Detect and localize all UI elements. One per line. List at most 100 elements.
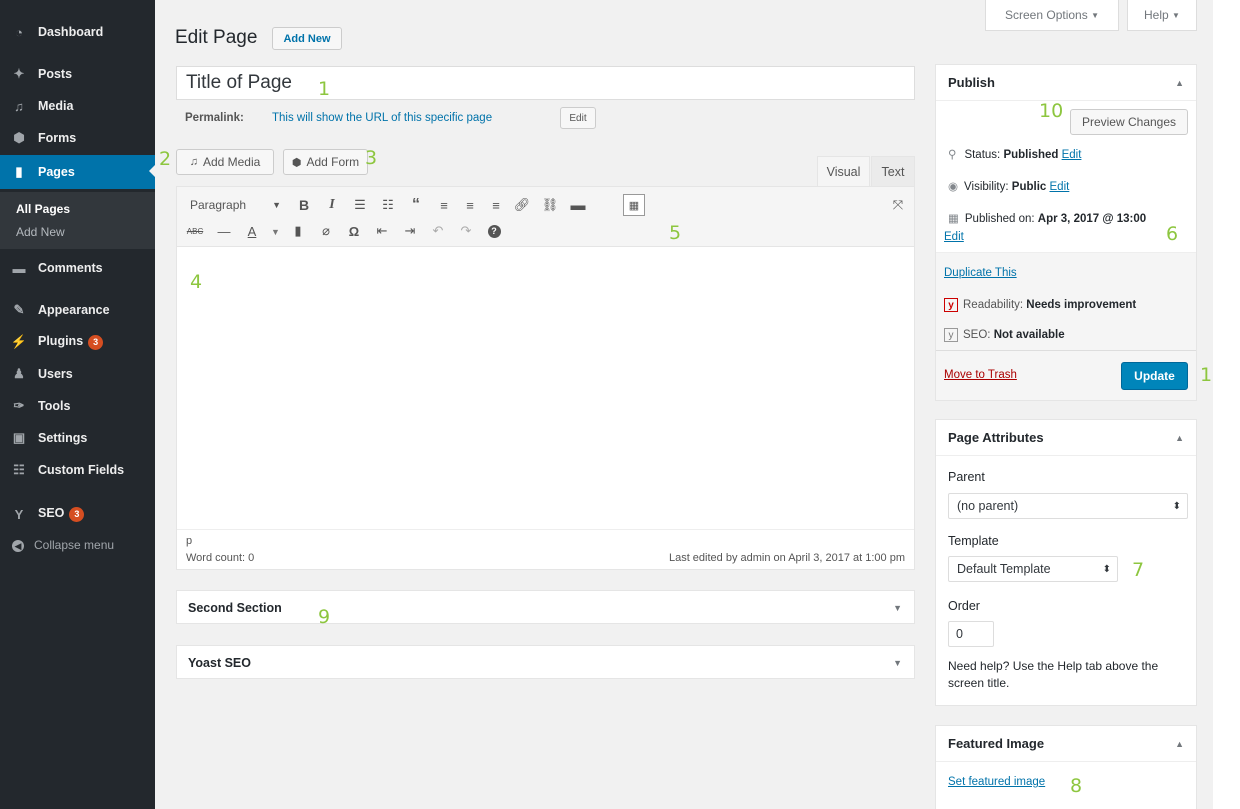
italic-icon[interactable]: I xyxy=(323,195,341,215)
collapse-menu-button[interactable]: ◀ Collapse menu xyxy=(12,538,114,552)
yoast-seo-box[interactable]: Yoast SEO ▼ xyxy=(176,645,915,679)
menu-item-users[interactable]: ♟ Users xyxy=(0,358,155,390)
add-media-button[interactable]: ♫ Add Media xyxy=(176,149,274,175)
menu-item-tools[interactable]: ✑ Tools xyxy=(0,390,155,422)
visibility-row: ◉ Visibility: Public Edit xyxy=(948,181,1070,193)
comments-icon: ▬ xyxy=(12,260,26,276)
help-icon[interactable]: ? xyxy=(485,221,503,241)
caret-down-icon[interactable]: ▼ xyxy=(893,658,902,668)
permalink-edit-button[interactable]: Edit xyxy=(560,107,596,129)
annotation-2: 2 xyxy=(159,148,172,170)
menu-item-pages[interactable]: ▮ Pages xyxy=(0,155,155,189)
move-to-trash-link[interactable]: Move to Trash xyxy=(944,369,1017,381)
paste-text-icon[interactable]: ▮ xyxy=(289,221,307,241)
submenu-add-new[interactable]: Add New xyxy=(16,225,65,239)
content-editor-area[interactable] xyxy=(177,247,914,529)
parent-select[interactable]: (no parent) ⬍ xyxy=(948,493,1188,519)
align-right-icon[interactable]: ≡ xyxy=(487,195,505,215)
numbered-list-icon[interactable]: ☷ xyxy=(379,195,397,215)
publish-box-header[interactable]: Publish ▲ xyxy=(936,65,1196,101)
set-featured-image-link[interactable]: Set featured image xyxy=(948,776,1045,788)
publish-actions: Move to Trash Update xyxy=(936,350,1196,400)
link-icon[interactable]: 🔗︎ xyxy=(513,195,531,215)
permalink-url[interactable]: This will show the URL of this specific … xyxy=(272,112,492,124)
text-color-icon[interactable]: A xyxy=(243,221,261,241)
menu-item-comments[interactable]: ▬ Comments xyxy=(0,252,155,284)
menu-item-seo[interactable]: Y SEO 3 xyxy=(0,498,155,530)
preview-changes-button[interactable]: Preview Changes xyxy=(1070,109,1188,135)
outdent-icon[interactable]: ⇤ xyxy=(373,221,391,241)
annotation-9: 9 xyxy=(318,606,331,628)
menu-item-custom-fields[interactable]: ☷ Custom Fields xyxy=(0,454,155,486)
align-left-icon[interactable]: ≡ xyxy=(435,195,453,215)
toolbar-toggle-icon[interactable]: ▦ xyxy=(623,194,645,216)
add-new-page-button[interactable]: Add New xyxy=(272,27,342,50)
read-more-icon[interactable]: ▬ xyxy=(569,195,587,215)
format-select[interactable]: Paragraph ▼ xyxy=(185,193,285,217)
featured-image-header[interactable]: Featured Image ▲ xyxy=(936,726,1196,762)
page-attributes-header[interactable]: Page Attributes ▲ xyxy=(936,420,1196,456)
tab-text[interactable]: Text xyxy=(871,156,915,186)
second-section-box[interactable]: Second Section ▼ xyxy=(176,590,915,624)
annotation-1: 1 xyxy=(318,78,331,100)
horizontal-line-icon[interactable]: — xyxy=(215,221,233,241)
undo-icon[interactable]: ↶ xyxy=(429,221,447,241)
menu-item-settings[interactable]: ▣ Settings xyxy=(0,422,155,454)
caret-up-icon[interactable]: ▲ xyxy=(1175,78,1184,88)
caret-up-icon[interactable]: ▲ xyxy=(1175,433,1184,443)
order-input[interactable]: 0 xyxy=(948,621,994,647)
screen-options-button[interactable]: Screen Options ▼ xyxy=(985,0,1119,31)
bulleted-list-icon[interactable]: ☰ xyxy=(351,195,369,215)
submenu-all-pages[interactable]: All Pages xyxy=(16,202,70,216)
menu-item-forms[interactable]: ⬢ Forms xyxy=(0,122,155,154)
align-center-icon[interactable]: ≡ xyxy=(461,195,479,215)
published-on-edit-link[interactable]: Edit xyxy=(944,231,964,243)
clear-formatting-icon[interactable]: ⌀ xyxy=(317,221,335,241)
forms-icon: ⬢ xyxy=(291,156,302,169)
seo-row: y SEO: Not available xyxy=(944,328,1065,342)
annotation-6: 6 xyxy=(1166,223,1179,245)
menu-label-plugins: Plugins xyxy=(38,334,84,349)
unlink-icon[interactable]: ⛓︎ xyxy=(541,195,559,215)
second-section-title: Second Section xyxy=(188,601,282,615)
menu-item-appearance[interactable]: ✎ Appearance xyxy=(0,294,155,326)
template-select[interactable]: Default Template ⬍ xyxy=(948,556,1118,582)
status-edit-link[interactable]: Edit xyxy=(1062,149,1082,161)
page-margin xyxy=(1213,0,1240,809)
strikethrough-icon[interactable]: ABC xyxy=(185,221,205,241)
yoast-icon: Y xyxy=(14,506,24,522)
collapse-icon: ◀ xyxy=(12,540,24,552)
add-form-button[interactable]: ⬢ Add Form xyxy=(283,149,368,175)
special-character-icon[interactable]: Ω xyxy=(345,221,363,241)
caret-down-icon[interactable]: ▼ xyxy=(893,603,902,613)
seo-notification-badge: 3 xyxy=(69,506,85,522)
permalink-label: Permalink: xyxy=(185,112,244,124)
pages-icon: ▮ xyxy=(15,164,23,179)
custom-fields-icon: ☷ xyxy=(13,462,25,477)
users-icon: ♟ xyxy=(13,366,25,381)
bold-icon[interactable]: B xyxy=(295,195,313,215)
menu-item-dashboard[interactable]: ◔ Dashboard xyxy=(0,16,155,48)
tab-visual[interactable]: Visual xyxy=(817,156,870,186)
indent-icon[interactable]: ⇥ xyxy=(401,221,419,241)
visibility-edit-link[interactable]: Edit xyxy=(1050,181,1070,193)
editor-container: Paragraph ▼ B I ☰ ☷ “ ≡ ≡ ≡ 🔗︎ ⛓︎ ▬ ▦ ⤧ A… xyxy=(176,186,915,570)
menu-item-plugins[interactable]: ⚡ Plugins 3 xyxy=(0,326,155,358)
redo-icon[interactable]: ↷ xyxy=(457,221,475,241)
word-count: Word count: 0 xyxy=(186,552,255,564)
menu-item-media[interactable]: ♫ Media xyxy=(0,90,155,122)
blockquote-icon[interactable]: “ xyxy=(407,195,425,215)
yoast-seo-title: Yoast SEO xyxy=(188,656,251,670)
dashboard-icon: ◔ xyxy=(15,24,23,40)
menu-item-posts[interactable]: ✦ Posts xyxy=(0,58,155,90)
caret-down-icon[interactable]: ▼ xyxy=(271,227,280,237)
publish-misc-section: Duplicate This y Readability: Needs impro… xyxy=(936,252,1196,350)
page-attributes-box: Page Attributes ▲ Parent (no parent) ⬍ Tem… xyxy=(935,419,1197,706)
help-button[interactable]: Help ▼ xyxy=(1127,0,1197,31)
page-title-input[interactable]: Title of Page xyxy=(176,66,915,100)
caret-down-icon: ▼ xyxy=(272,200,281,210)
update-button[interactable]: Update xyxy=(1121,362,1188,390)
fullscreen-icon[interactable]: ⤧ xyxy=(889,195,907,215)
caret-up-icon[interactable]: ▲ xyxy=(1175,739,1184,749)
duplicate-this-link[interactable]: Duplicate This xyxy=(944,267,1017,279)
